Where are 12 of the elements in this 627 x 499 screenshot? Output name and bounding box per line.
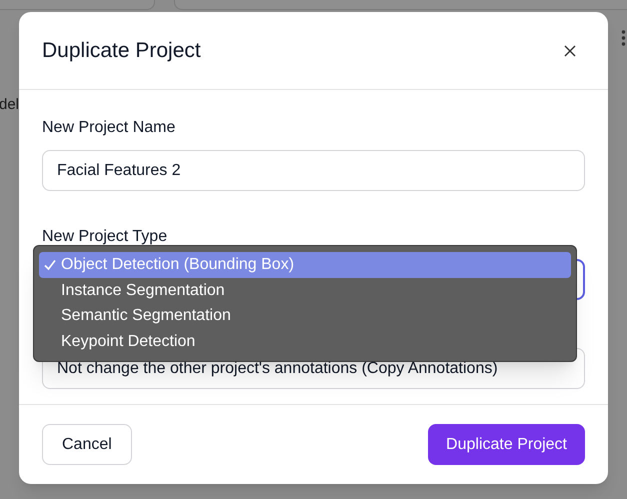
dialog-title: Duplicate Project bbox=[42, 38, 201, 64]
more-icon[interactable] bbox=[621, 30, 626, 46]
input-field[interactable]: Facial Features 2 bbox=[42, 150, 585, 191]
dropdown-option[interactable]: Instance Segmentation bbox=[39, 278, 571, 304]
background-text: del bbox=[0, 95, 20, 115]
field-label: New Project Name bbox=[42, 118, 176, 138]
close-icon[interactable] bbox=[564, 44, 576, 56]
duplicate-button[interactable]: Duplicate Project bbox=[428, 424, 585, 465]
dropdown-option[interactable]: Semantic Segmentation bbox=[39, 304, 571, 330]
cancel-button[interactable]: Cancel bbox=[42, 424, 132, 465]
check-icon bbox=[44, 258, 56, 271]
field-label: New Project Type bbox=[42, 227, 168, 247]
